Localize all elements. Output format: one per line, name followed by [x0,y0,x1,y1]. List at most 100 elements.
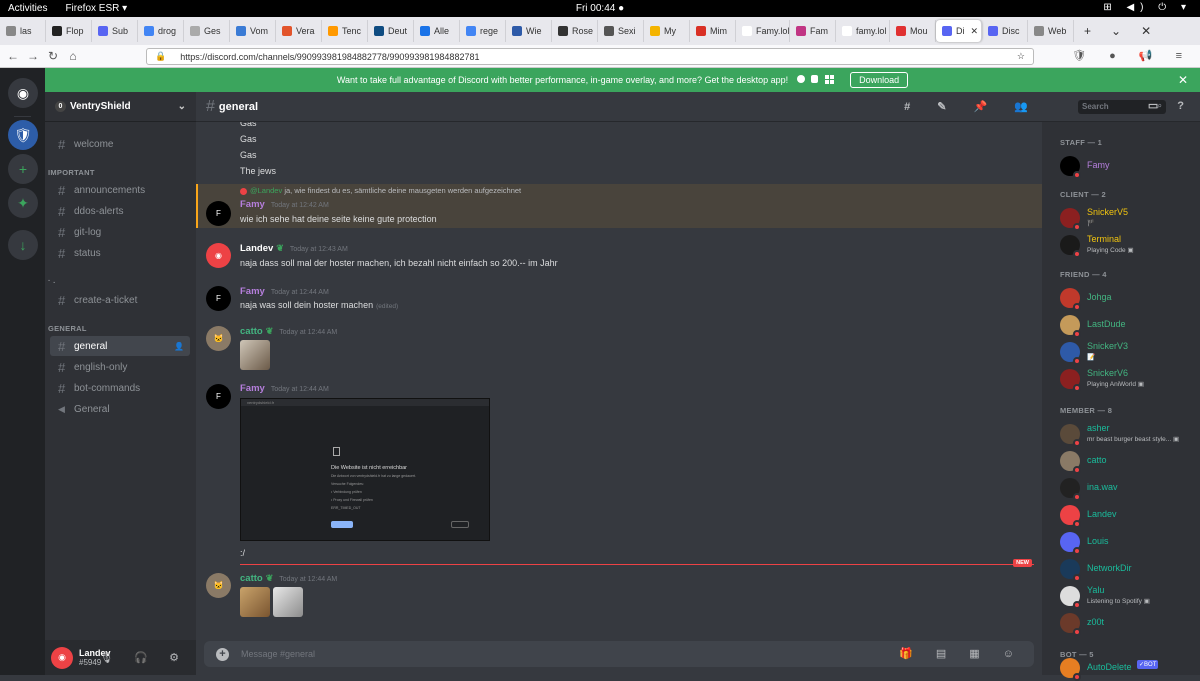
reply-preview[interactable]: @Landev ja, wie findest du es, sämtliche… [240,186,521,195]
browser-tab[interactable]: Rose [552,20,598,42]
browser-tab[interactable]: Sexi [598,20,644,42]
user-avatar[interactable]: ◉ [51,646,73,669]
composer-action-icons[interactable]: 🎁 ▤ ▦ ☺ [899,647,1024,660]
message-author[interactable]: Famy Today at 12:44 AM [240,286,329,298]
browser-tab[interactable]: las [0,20,46,42]
download-button[interactable]: Download [850,72,909,88]
member-item[interactable]: Famy [1060,154,1198,179]
channel-english-only[interactable]: # english-only [50,357,190,377]
toolbar-extension-icons[interactable]: 🛡 ● 📢 ≡ [1072,49,1192,62]
banner-close-icon[interactable]: ✕ [1178,73,1188,87]
ventryshield-server-icon[interactable]: 🛡 [8,120,38,150]
member-item[interactable]: z00t [1060,611,1198,636]
explore-servers-icon[interactable]: ✦ [8,188,38,218]
member-item[interactable]: catto [1060,449,1198,474]
channel-announcements[interactable]: # announcements [50,180,190,200]
member-item[interactable]: AutoDelete ✓BOT [1060,656,1198,681]
browser-tab[interactable]: Fam [790,20,836,42]
user-controls[interactable]: 🎙 🎧 ⚙ [99,651,188,664]
browser-tab[interactable]: Deut [368,20,414,42]
member-item[interactable]: SnickerV6 Playing AniWorld ▣ [1060,367,1198,392]
message-author[interactable]: catto ❦ Today at 12:44 AM [240,573,337,585]
member-item[interactable]: ina.wav [1060,476,1198,501]
browser-tab[interactable]: Famy.lol [736,20,790,42]
category-important[interactable]: IMPORTANT [48,168,95,177]
browser-tab[interactable]: Mou [890,20,936,42]
upload-plus-icon[interactable]: + [216,647,229,661]
member-item[interactable]: Terminal Playing Code ▣ [1060,233,1198,258]
message-author[interactable]: Famy Today at 12:44 AM [240,383,329,395]
member-item[interactable]: Johga [1060,286,1198,311]
reload-icon[interactable]: ↻ [46,49,60,63]
attachment-image[interactable] [240,587,270,617]
home-icon[interactable]: ⌂ [66,49,80,63]
add-member-icon[interactable]: 👤 [174,342,184,351]
discord-home-icon[interactable]: ◉ [8,78,38,108]
browser-tab[interactable]: Wie [506,20,552,42]
attachment-image[interactable] [240,340,270,370]
add-server-icon[interactable]: + [8,154,38,184]
browser-tab[interactable]: Ges [184,20,230,42]
message-input[interactable]: Message #general [241,649,315,659]
system-tray[interactable]: ⊞ ◀) ⏻ ▾ [1103,2,1192,13]
member-item[interactable]: LastDude [1060,313,1198,338]
channel-bot-commands[interactable]: # bot-commands [50,378,190,398]
channel-status[interactable]: # status [50,243,190,263]
channel-create-a-ticket[interactable]: # create-a-ticket [50,290,190,310]
message-author[interactable]: catto ❦ Today at 12:44 AM [240,326,337,338]
channel-general[interactable]: # general 👤 [50,336,190,356]
browser-tab[interactable]: drog [138,20,184,42]
browser-tab[interactable]: famy.lol [836,20,890,42]
browser-tab[interactable]: My [644,20,690,42]
voice-channel-general[interactable]: ◀ General [50,399,190,419]
message-author[interactable]: Famy Today at 12:42 AM [240,199,329,211]
member-item[interactable]: Landev [1060,503,1198,528]
bookmark-star-icon[interactable]: ☆ [1017,51,1025,62]
author-name[interactable]: Famy [240,286,265,297]
browser-tab[interactable]: Di ✕ [936,20,982,42]
avatar[interactable]: 🐱 [206,573,231,598]
avatar[interactable]: F [206,384,231,409]
system-clock[interactable]: Fri 00:44 ● [576,3,624,14]
forward-icon[interactable]: → [26,49,40,63]
chevron-down-icon[interactable]: ⌄ [178,101,186,112]
app-menu[interactable]: Firefox ESR ▾ [65,3,127,14]
member-item[interactable]: NetworkDir [1060,557,1198,582]
author-name[interactable]: Famy [240,383,265,394]
message-composer[interactable]: + Message #general 🎁 ▤ ▦ ☺ [204,641,1034,667]
browser-tab[interactable]: Mim [690,20,736,42]
browser-tab[interactable]: Vom [230,20,276,42]
tab-close-icon[interactable]: ✕ [971,26,979,37]
avatar[interactable]: 🐱 [206,326,231,351]
member-item[interactable]: Yalu Listening to Spotify ▣ [1060,584,1198,609]
channel-ddos-alerts[interactable]: # ddos-alerts [50,201,190,221]
author-name[interactable]: Famy [240,199,265,210]
browser-tab[interactable]: Flop [46,20,92,42]
back-icon[interactable]: ← [6,49,20,63]
browser-tab[interactable]: Alle [414,20,460,42]
avatar[interactable]: F [206,201,231,226]
browser-tab[interactable]: rege [460,20,506,42]
tab-list-icon[interactable]: ⌄ [1111,24,1121,38]
category-general[interactable]: GENERAL [48,324,87,333]
browser-tab[interactable]: Disc [982,20,1028,42]
member-item[interactable]: Louis [1060,530,1198,555]
message-author[interactable]: Landev ❦ Today at 12:43 AM [240,243,348,255]
avatar[interactable]: F [206,286,231,311]
download-apps-icon[interactable]: ↓ [8,230,38,260]
server-header[interactable]: 0 VentryShield ⌄ [45,92,196,122]
activities-button[interactable]: Activities [8,3,47,14]
header-action-icons[interactable]: # ✎ 📌 👥 [904,100,1040,113]
category-unnamed[interactable]: · . [48,276,56,285]
member-item[interactable]: asher mr beast burger beast style... ▣ [1060,422,1198,447]
browser-tab[interactable]: Vera [276,20,322,42]
author-name[interactable]: catto [240,326,263,337]
attachment-image[interactable] [273,587,303,617]
browser-tab[interactable]: Sub [92,20,138,42]
reply-mention[interactable]: @Landev [250,186,282,195]
channel-git-log[interactable]: # git-log [50,222,190,242]
member-item[interactable]: SnickerV5 🏴 [1060,206,1198,231]
tab-new-icon[interactable]: + [1084,24,1091,38]
tab-close-icon[interactable]: ✕ [1141,24,1151,38]
member-item[interactable]: SnickerV3 📝 [1060,340,1198,365]
